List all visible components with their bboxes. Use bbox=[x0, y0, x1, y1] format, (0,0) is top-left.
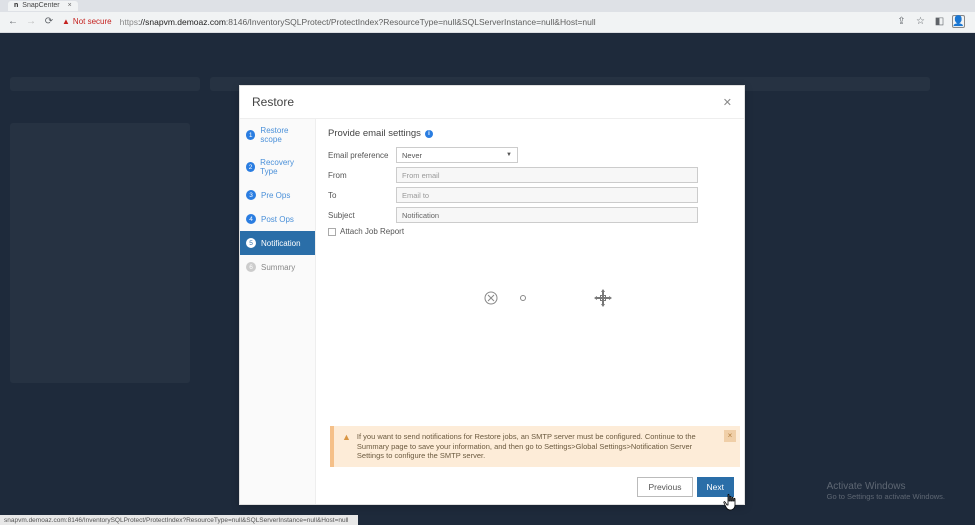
page-background: Restore ✕ 1 Restore scope 2 Recovery Typ… bbox=[0, 33, 975, 525]
wizard-step-restore-scope[interactable]: 1 Restore scope bbox=[240, 119, 315, 151]
circle-x-icon bbox=[484, 291, 498, 305]
label-subject: Subject bbox=[328, 211, 396, 220]
profile-icon[interactable]: 👤 bbox=[952, 15, 965, 28]
bookmark-icon[interactable]: ☆ bbox=[914, 15, 927, 28]
share-icon[interactable]: ⇪ bbox=[895, 15, 908, 28]
alert-close-button[interactable]: × bbox=[724, 430, 736, 442]
restore-modal: Restore ✕ 1 Restore scope 2 Recovery Typ… bbox=[239, 85, 745, 505]
circle-icon bbox=[520, 295, 526, 301]
label-to: To bbox=[328, 191, 396, 200]
tab-favicon: n bbox=[14, 2, 18, 9]
label-from: From bbox=[328, 171, 396, 180]
wizard-step-pre-ops[interactable]: 3 Pre Ops bbox=[240, 183, 315, 207]
modal-title: Restore bbox=[252, 95, 294, 109]
checkbox-attach-report[interactable] bbox=[328, 228, 336, 236]
wizard-step-summary[interactable]: 6 Summary bbox=[240, 255, 315, 279]
tab-bar: n SnapCenter × bbox=[0, 0, 975, 12]
tab-title: SnapCenter bbox=[22, 2, 59, 9]
wizard-step-post-ops[interactable]: 4 Post Ops bbox=[240, 207, 315, 231]
reload-button[interactable]: ⟳ bbox=[42, 15, 56, 29]
not-secure-label: Not secure bbox=[73, 17, 112, 26]
wizard-nav: 1 Restore scope 2 Recovery Type 3 Pre Op… bbox=[240, 119, 316, 504]
row-subject: Subject Notification bbox=[328, 207, 732, 223]
browser-chrome: n SnapCenter × ← → ⟳ ▲ Not secure https:… bbox=[0, 0, 975, 33]
windows-watermark: Activate Windows Go to Settings to activ… bbox=[827, 481, 945, 501]
recording-overlay-icons bbox=[484, 289, 612, 307]
select-email-preference[interactable]: Never ▼ bbox=[396, 147, 518, 163]
move-icon bbox=[594, 289, 612, 307]
wizard-step-notification[interactable]: 5 Notification bbox=[240, 231, 315, 255]
forward-button[interactable]: → bbox=[24, 15, 38, 29]
not-secure-badge[interactable]: ▲ Not secure bbox=[62, 17, 112, 26]
input-subject[interactable]: Notification bbox=[396, 207, 698, 223]
row-attach-report[interactable]: Attach Job Report bbox=[328, 227, 732, 236]
back-button[interactable]: ← bbox=[6, 15, 20, 29]
browser-status-bar: snapvm.demoaz.com:8146/InventorySQLProte… bbox=[0, 515, 358, 525]
label-email-preference: Email preference bbox=[328, 151, 396, 160]
smtp-alert: ▲ If you want to send notifications for … bbox=[330, 426, 740, 467]
modal-footer: Previous Next bbox=[316, 473, 744, 504]
input-to[interactable]: Email to bbox=[396, 187, 698, 203]
input-from[interactable]: From email bbox=[396, 167, 698, 183]
browser-right-icons: ⇪ ☆ ◧ 👤 bbox=[895, 15, 969, 28]
modal-close-icon[interactable]: ✕ bbox=[723, 96, 732, 109]
modal-header: Restore ✕ bbox=[240, 86, 744, 119]
previous-button[interactable]: Previous bbox=[637, 477, 692, 497]
label-attach-report: Attach Job Report bbox=[340, 227, 404, 236]
url-field[interactable]: https://snapvm.demoaz.com:8146/Inventory… bbox=[116, 17, 891, 27]
alert-text: If you want to send notifications for Re… bbox=[357, 432, 714, 461]
warning-icon: ▲ bbox=[342, 432, 351, 461]
wizard-step-recovery-type[interactable]: 2 Recovery Type bbox=[240, 151, 315, 183]
browser-tab[interactable]: n SnapCenter × bbox=[8, 1, 78, 11]
tab-close-icon[interactable]: × bbox=[68, 2, 72, 9]
chevron-down-icon: ▼ bbox=[506, 152, 512, 158]
row-from: From From email bbox=[328, 167, 732, 183]
extensions-icon[interactable]: ◧ bbox=[933, 15, 946, 28]
wizard-content: Provide email settings i Email preferenc… bbox=[316, 119, 744, 504]
address-bar: ← → ⟳ ▲ Not secure https://snapvm.demoaz… bbox=[0, 12, 975, 32]
modal-body: 1 Restore scope 2 Recovery Type 3 Pre Op… bbox=[240, 119, 744, 504]
row-to: To Email to bbox=[328, 187, 732, 203]
section-title: Provide email settings i bbox=[328, 128, 732, 139]
form-area: Provide email settings i Email preferenc… bbox=[316, 119, 744, 424]
next-button[interactable]: Next bbox=[697, 477, 734, 497]
row-email-preference: Email preference Never ▼ bbox=[328, 147, 732, 163]
info-icon[interactable]: i bbox=[425, 130, 433, 138]
warning-icon: ▲ bbox=[62, 17, 70, 26]
